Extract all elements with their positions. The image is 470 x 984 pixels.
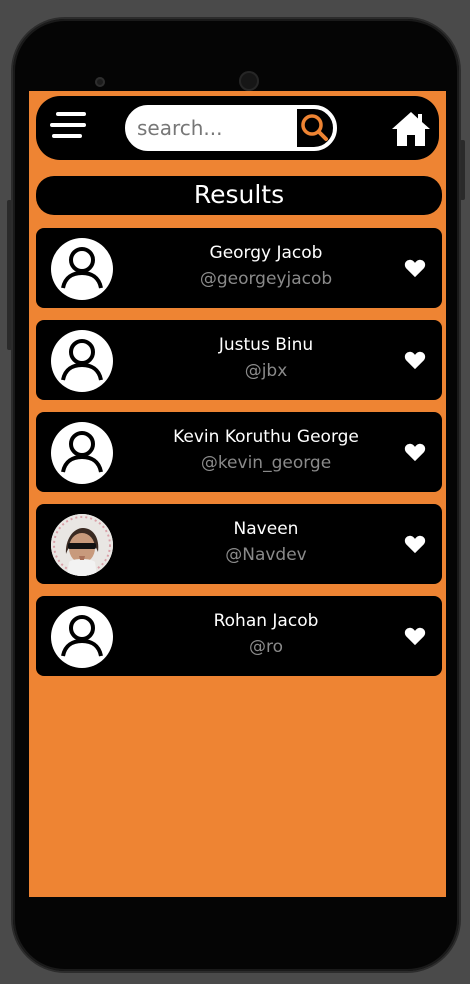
default-user-icon	[53, 332, 111, 390]
results-heading: Results	[36, 176, 442, 215]
home-button[interactable]	[390, 110, 432, 148]
default-user-icon	[53, 608, 111, 666]
power-button	[460, 140, 465, 200]
heart-icon[interactable]	[404, 258, 426, 278]
volume-button	[7, 200, 12, 350]
user-handle: @kevin_george	[200, 453, 332, 473]
profile-photo	[51, 514, 113, 576]
result-card[interactable]: Kevin Koruthu George @kevin_george	[36, 412, 442, 492]
heart-icon[interactable]	[404, 442, 426, 462]
result-card[interactable]: Justus Binu @jbx	[36, 320, 442, 400]
results-title: Results	[193, 180, 285, 209]
avatar	[51, 422, 113, 484]
menu-button[interactable]	[50, 112, 90, 142]
top-bar	[36, 96, 439, 160]
search-box	[125, 105, 337, 151]
avatar	[51, 606, 113, 668]
user-handle: @jbx	[244, 361, 288, 381]
user-handle: @ro	[248, 637, 284, 657]
menu-icon-line	[52, 134, 82, 138]
search-icon	[301, 114, 328, 141]
app-screen: Results Georgy Jacob @georgeyjacob Justu…	[29, 91, 446, 897]
menu-icon-line	[56, 112, 86, 116]
front-camera	[95, 77, 105, 87]
user-name: Rohan Jacob	[213, 611, 319, 631]
result-card[interactable]: Naveen @Navdev	[36, 504, 442, 584]
heart-icon[interactable]	[404, 534, 426, 554]
avatar	[51, 330, 113, 392]
result-card[interactable]: Georgy Jacob @georgeyjacob	[36, 228, 442, 308]
search-button[interactable]	[295, 107, 335, 149]
menu-icon-line	[50, 123, 86, 127]
user-name: Justus Binu	[218, 335, 314, 355]
user-handle: @Navdev	[225, 545, 307, 565]
avatar	[51, 238, 113, 300]
search-input[interactable]	[127, 107, 299, 149]
earpiece-speaker	[239, 71, 259, 91]
user-name: Naveen	[233, 519, 299, 539]
heart-icon[interactable]	[404, 626, 426, 646]
avatar	[51, 514, 113, 576]
result-card[interactable]: Rohan Jacob @ro	[36, 596, 442, 676]
default-user-icon	[53, 240, 111, 298]
user-name: Georgy Jacob	[209, 243, 323, 263]
home-icon	[392, 112, 430, 146]
user-handle: @georgeyjacob	[199, 269, 333, 289]
heart-icon[interactable]	[404, 350, 426, 370]
user-name: Kevin Koruthu George	[173, 427, 359, 447]
default-user-icon	[53, 424, 111, 482]
